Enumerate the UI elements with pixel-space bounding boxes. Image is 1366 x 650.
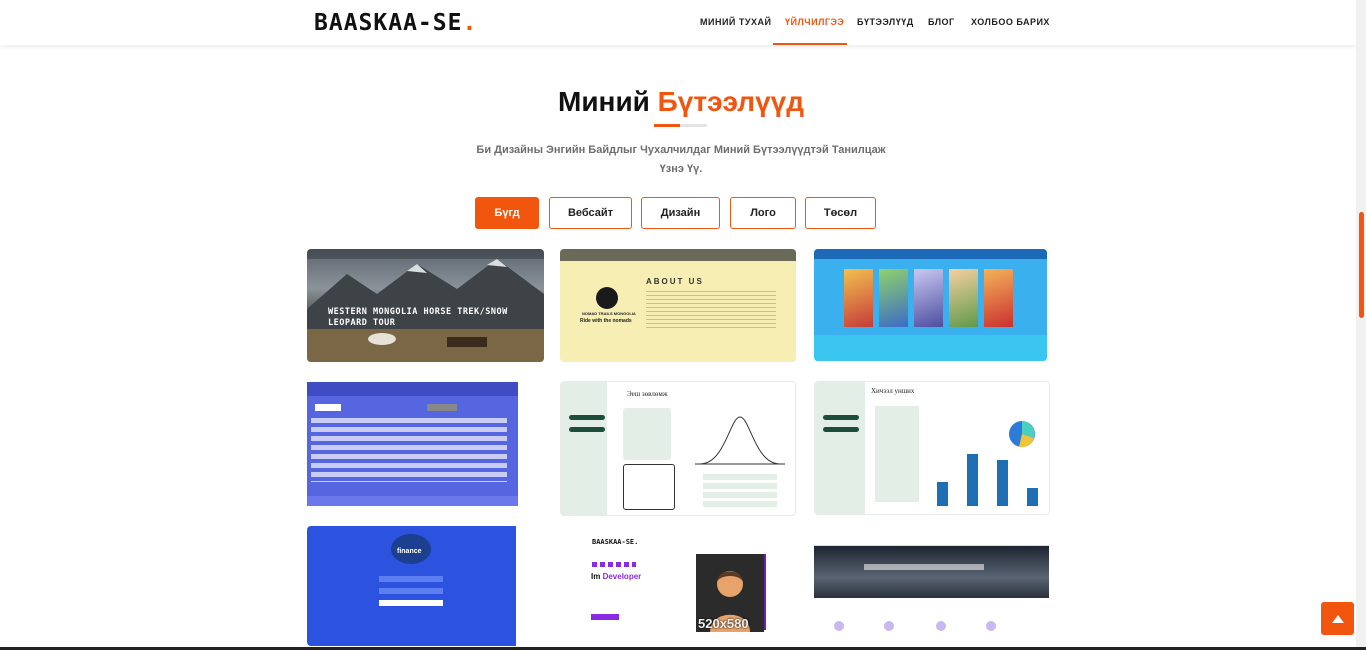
- finance-brand: finance: [397, 548, 422, 555]
- site-nav-strip: [307, 249, 544, 259]
- portfolio-item-horse-trek[interactable]: WESTERN MONGOLIA HORSE TREK/SNOW LEOPARD…: [307, 249, 544, 362]
- app-footer: [307, 496, 518, 506]
- filter-website-button[interactable]: Вебсайт: [549, 197, 632, 229]
- anime-poster: [844, 269, 873, 327]
- filter-logo-button[interactable]: Лого: [730, 197, 796, 229]
- site-header: BAASKAA-SE. МИНИЙ ТУХАЙ ҮЙЛЧИЛГЭЭ БҮТЭЭЛ…: [0, 0, 1366, 45]
- placeholder-size-label: 520x580: [698, 616, 749, 631]
- title-underline-accent: [654, 124, 680, 127]
- nav-link-services[interactable]: ҮЙЛЧИЛГЭЭ: [785, 17, 844, 27]
- portfolio-item-anime-site[interactable]: [814, 249, 1047, 361]
- filter-all-button[interactable]: Бүгд: [475, 197, 539, 229]
- lesson-list: [875, 406, 919, 502]
- nomad-brand: NOMAD TRAILS MONGOLIA: [582, 311, 636, 316]
- statistics-chart: [937, 421, 1038, 506]
- app-sidebar: [815, 382, 865, 514]
- portfolio-item-table-app[interactable]: [307, 382, 518, 506]
- anime-poster: [984, 269, 1013, 327]
- dev-social-icons: [592, 562, 636, 567]
- title-underline-rest: [680, 124, 707, 127]
- about-heading: ABOUT US: [646, 277, 704, 286]
- portfolio-item-company-site[interactable]: [814, 536, 1049, 644]
- sidebar-button: [569, 415, 605, 420]
- bell-curve-chart: [695, 416, 785, 465]
- finance-field: [379, 588, 443, 594]
- section-title: Миний Бүтээлүүд: [558, 86, 804, 117]
- data-grid: [311, 418, 507, 482]
- anime-poster: [879, 269, 908, 327]
- exam-heading: Эеш зөвлөмж: [627, 390, 668, 398]
- hero-headline-bar: [864, 564, 984, 570]
- arrow-up-icon: [1331, 614, 1344, 623]
- portfolio-item-dev-portfolio[interactable]: BAASKAA-SE. Im Developer 520x580: [560, 526, 796, 644]
- horse-trek-headline: WESTERN MONGOLIA HORSE TREK/SNOW LEOPARD…: [328, 307, 508, 328]
- portfolio-item-about-us[interactable]: NOMAD TRAILS MONGOLIA Ride with the noma…: [560, 249, 796, 362]
- service-icon: [936, 621, 946, 631]
- building-hero-image: [814, 546, 1049, 598]
- service-icon: [884, 621, 894, 631]
- sidebar-button: [823, 415, 859, 420]
- active-nav-indicator: [773, 43, 847, 45]
- portfolio-item-finance-app[interactable]: finance: [307, 526, 516, 646]
- site-footer-strip: [814, 335, 1047, 361]
- dev-logo: BAASKAA-SE.: [592, 538, 639, 546]
- anime-poster: [949, 269, 978, 327]
- about-text-block: [646, 291, 776, 331]
- app-toolbar: [307, 382, 518, 396]
- lesson-heading: Хичээл унших: [871, 387, 915, 395]
- scroll-to-top-button[interactable]: [1321, 602, 1354, 635]
- app-sidebar: [561, 382, 607, 515]
- site-nav-strip: [814, 536, 1049, 546]
- mountain-landscape-image: [307, 259, 544, 362]
- finance-submit: [379, 600, 443, 606]
- app-select: [427, 404, 457, 411]
- sidebar-button: [823, 427, 859, 432]
- service-icon: [986, 621, 996, 631]
- nav-link-contact[interactable]: ХОЛБОО БАРИХ: [971, 17, 1050, 27]
- site-nav-strip: [814, 249, 1047, 259]
- portfolio-item-exam-app[interactable]: Эеш зөвлөмж: [560, 381, 796, 516]
- section-subtitle: Би Дизайны Энгийн Байдлыг Чухалчилдаг Ми…: [476, 144, 886, 175]
- service-icon: [834, 621, 844, 631]
- result-list: [703, 474, 777, 508]
- nav-link-about[interactable]: МИНИЙ ТУХАЙ: [700, 17, 771, 27]
- exam-form: [623, 408, 671, 460]
- anime-poster: [914, 269, 943, 327]
- nomad-logo: [596, 287, 618, 309]
- finance-field: [379, 576, 443, 582]
- filter-design-button[interactable]: Дизайн: [641, 197, 720, 229]
- site-logo[interactable]: BAASKAA-SE.: [314, 10, 477, 36]
- filter-project-button[interactable]: Төсөл: [805, 197, 876, 229]
- portfolio-item-lesson-app[interactable]: Хичээл унших: [814, 381, 1050, 515]
- scrollbar-thumb[interactable]: [1359, 212, 1364, 318]
- nomad-tagline: Ride with the nomads: [580, 318, 632, 324]
- site-nav-strip: [560, 249, 796, 261]
- dev-cta-button: [591, 614, 619, 620]
- app-select: [315, 404, 341, 411]
- exam-list: [623, 464, 675, 510]
- nav-link-portfolio[interactable]: БҮТЭЭЛҮҮД: [857, 17, 914, 27]
- sidebar-button: [569, 427, 605, 432]
- nav-link-blog[interactable]: БЛОГ: [928, 17, 955, 27]
- dev-headline: Im Developer: [591, 572, 642, 581]
